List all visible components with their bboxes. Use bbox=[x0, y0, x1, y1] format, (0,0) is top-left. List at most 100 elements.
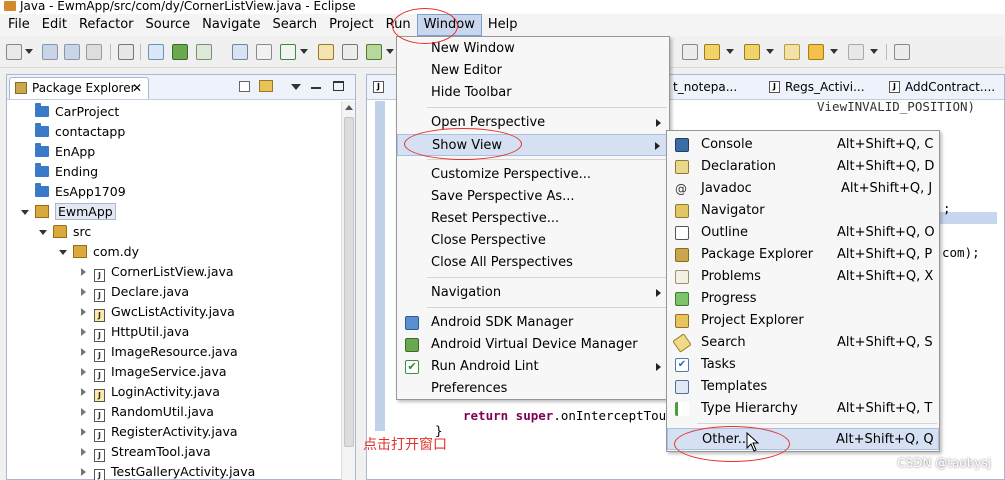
expand-arrow-icon[interactable] bbox=[81, 308, 86, 316]
view-item-tasks[interactable]: ✔ Tasks bbox=[667, 354, 939, 376]
expand-arrow-icon[interactable] bbox=[81, 448, 86, 456]
tree-item-file[interactable]: J RandomUtil.java bbox=[81, 402, 214, 422]
menu-project[interactable]: Project bbox=[323, 15, 379, 35]
expand-arrow-icon[interactable] bbox=[81, 348, 86, 356]
tree-item-project[interactable]: EnApp bbox=[35, 142, 95, 162]
view-item-console[interactable]: Console Alt+Shift+Q, C bbox=[667, 134, 939, 156]
menu-help[interactable]: Help bbox=[482, 15, 524, 35]
expand-arrow-icon[interactable] bbox=[81, 408, 86, 416]
view-item-search[interactable]: Search Alt+Shift+Q, S bbox=[667, 332, 939, 354]
collapse-all-icon[interactable] bbox=[239, 81, 250, 92]
sdk-manager-icon[interactable] bbox=[148, 44, 164, 60]
expand-arrow-icon[interactable] bbox=[81, 288, 86, 296]
tree-item-file[interactable]: J ImageService.java bbox=[81, 362, 227, 382]
expand-arrow-icon[interactable] bbox=[81, 268, 86, 276]
view-item-navigator[interactable]: Navigator bbox=[667, 200, 939, 222]
editor-tab[interactable]: J Regs_Activi... bbox=[767, 77, 865, 99]
tree-item-src[interactable]: src bbox=[39, 222, 91, 242]
editor-tab[interactable]: J AddContract.... bbox=[887, 77, 995, 99]
editor-tab[interactable]: J bbox=[371, 77, 397, 99]
tree-item-file[interactable]: J GwcListActivity.java bbox=[81, 302, 235, 322]
expand-arrow-icon[interactable] bbox=[81, 468, 86, 476]
next-annotation-icon[interactable] bbox=[704, 44, 720, 60]
back-dropdown-icon[interactable] bbox=[830, 49, 838, 54]
checkbox-tool-icon[interactable] bbox=[280, 44, 296, 60]
menu-navigate[interactable]: Navigate bbox=[196, 15, 266, 35]
tree-item-project[interactable]: EsApp1709 bbox=[35, 182, 126, 202]
maximize-icon[interactable] bbox=[333, 81, 344, 91]
open-icon[interactable] bbox=[118, 44, 134, 60]
view-item-templates[interactable]: Templates bbox=[667, 376, 939, 398]
previous-annotation-dropdown-icon[interactable] bbox=[766, 49, 774, 54]
menu-item-run-android-lint[interactable]: ✔ Run Android Lint bbox=[397, 356, 669, 378]
view-item-outline[interactable]: Outline Alt+Shift+Q, O bbox=[667, 222, 939, 244]
scroll-up-icon[interactable] bbox=[345, 105, 353, 110]
tree-item-file[interactable]: J RegisterActivity.java bbox=[81, 422, 238, 442]
menu-refactor[interactable]: Refactor bbox=[73, 15, 140, 35]
menu-window[interactable]: Window bbox=[416, 14, 482, 36]
expand-arrow-icon[interactable] bbox=[59, 250, 67, 255]
view-item-other[interactable]: Other... Alt+Shift+Q, Q bbox=[667, 428, 939, 450]
view-item-javadoc[interactable]: @ Javadoc Alt+Shift+Q, J bbox=[667, 178, 939, 200]
forward-dropdown-icon[interactable] bbox=[870, 49, 878, 54]
debug-icon[interactable] bbox=[366, 44, 382, 60]
menu-item-android-sdk-manager[interactable]: Android SDK Manager bbox=[397, 312, 669, 334]
package-explorer-tab[interactable]: Package Explorer ✕ bbox=[9, 77, 149, 99]
view-item-problems[interactable]: Problems Alt+Shift+Q, X bbox=[667, 266, 939, 288]
lint-icon[interactable] bbox=[196, 44, 212, 60]
save-icon[interactable] bbox=[42, 44, 58, 60]
menu-item-close-all-perspectives[interactable]: Close All Perspectives bbox=[397, 252, 669, 274]
back-icon[interactable] bbox=[808, 44, 824, 60]
view-item-declaration[interactable]: Declaration Alt+Shift+Q, D bbox=[667, 156, 939, 178]
menu-item-hide-toolbar[interactable]: Hide Toolbar bbox=[397, 82, 669, 104]
tree-item-project[interactable]: Ending bbox=[35, 162, 98, 182]
build-icon[interactable] bbox=[232, 44, 248, 60]
checkbox-dropdown-icon[interactable] bbox=[300, 49, 308, 54]
link-with-editor-icon[interactable] bbox=[259, 80, 273, 92]
new-dropdown-icon[interactable] bbox=[25, 49, 33, 54]
tree-item-file[interactable]: J TestGalleryActivity.java bbox=[81, 462, 255, 480]
tree-item-project-selected[interactable]: EwmApp bbox=[21, 202, 116, 222]
new-icon[interactable] bbox=[6, 44, 22, 60]
menu-item-open-perspective[interactable]: Open Perspective bbox=[397, 112, 669, 134]
next-annotation-dropdown-icon[interactable] bbox=[726, 49, 734, 54]
view-item-package-explorer[interactable]: Package Explorer Alt+Shift+Q, P bbox=[667, 244, 939, 266]
tree-item-project[interactable]: contactapp bbox=[35, 122, 125, 142]
tree-item-file[interactable]: J CornerListView.java bbox=[81, 262, 234, 282]
view-menu-icon[interactable] bbox=[291, 84, 301, 90]
tree-item-file[interactable]: J ImageResource.java bbox=[81, 342, 238, 362]
tree-item-file[interactable]: J LoginActivity.java bbox=[81, 382, 220, 402]
open-perspective-icon[interactable] bbox=[894, 44, 910, 60]
tree-item-file[interactable]: J StreamTool.java bbox=[81, 442, 211, 462]
save-all-icon[interactable] bbox=[64, 44, 80, 60]
expand-arrow-icon[interactable] bbox=[39, 230, 47, 235]
menu-item-customize-perspective[interactable]: Customize Perspective... bbox=[397, 164, 669, 186]
view-item-project-explorer[interactable]: Project Explorer bbox=[667, 310, 939, 332]
skip-breakpoints-icon[interactable] bbox=[342, 44, 358, 60]
print-icon[interactable] bbox=[86, 44, 102, 60]
menu-item-preferences[interactable]: Preferences bbox=[397, 378, 669, 400]
editor-tab[interactable]: t_notepa... bbox=[671, 77, 737, 99]
tree-item-file[interactable]: J HttpUtil.java bbox=[81, 322, 189, 342]
view-item-progress[interactable]: Progress bbox=[667, 288, 939, 310]
menu-run[interactable]: Run bbox=[380, 15, 417, 35]
menu-item-navigation[interactable]: Navigation bbox=[397, 282, 669, 304]
close-icon[interactable]: ✕ bbox=[132, 78, 142, 98]
menu-edit[interactable]: Edit bbox=[36, 15, 73, 35]
expand-arrow-icon[interactable] bbox=[21, 210, 29, 215]
view-item-type-hierarchy[interactable]: Type Hierarchy Alt+Shift+Q, T bbox=[667, 398, 939, 420]
task-icon[interactable] bbox=[256, 44, 272, 60]
tree-item-file[interactable]: J Declare.java bbox=[81, 282, 189, 302]
toggle-icon[interactable] bbox=[682, 44, 698, 60]
menu-item-android-avd-manager[interactable]: Android Virtual Device Manager bbox=[397, 334, 669, 356]
expand-arrow-icon[interactable] bbox=[81, 388, 86, 396]
avd-manager-icon[interactable] bbox=[172, 44, 188, 60]
menu-search[interactable]: Search bbox=[266, 15, 323, 35]
expand-arrow-icon[interactable] bbox=[81, 428, 86, 436]
debug-dropdown-icon[interactable] bbox=[386, 49, 394, 54]
menu-item-new-editor[interactable]: New Editor bbox=[397, 60, 669, 82]
menu-item-new-window[interactable]: New Window bbox=[397, 38, 669, 60]
expand-arrow-icon[interactable] bbox=[81, 368, 86, 376]
tree-item-package[interactable]: com.dy bbox=[59, 242, 139, 262]
menu-item-show-view[interactable]: Show View bbox=[397, 134, 669, 156]
